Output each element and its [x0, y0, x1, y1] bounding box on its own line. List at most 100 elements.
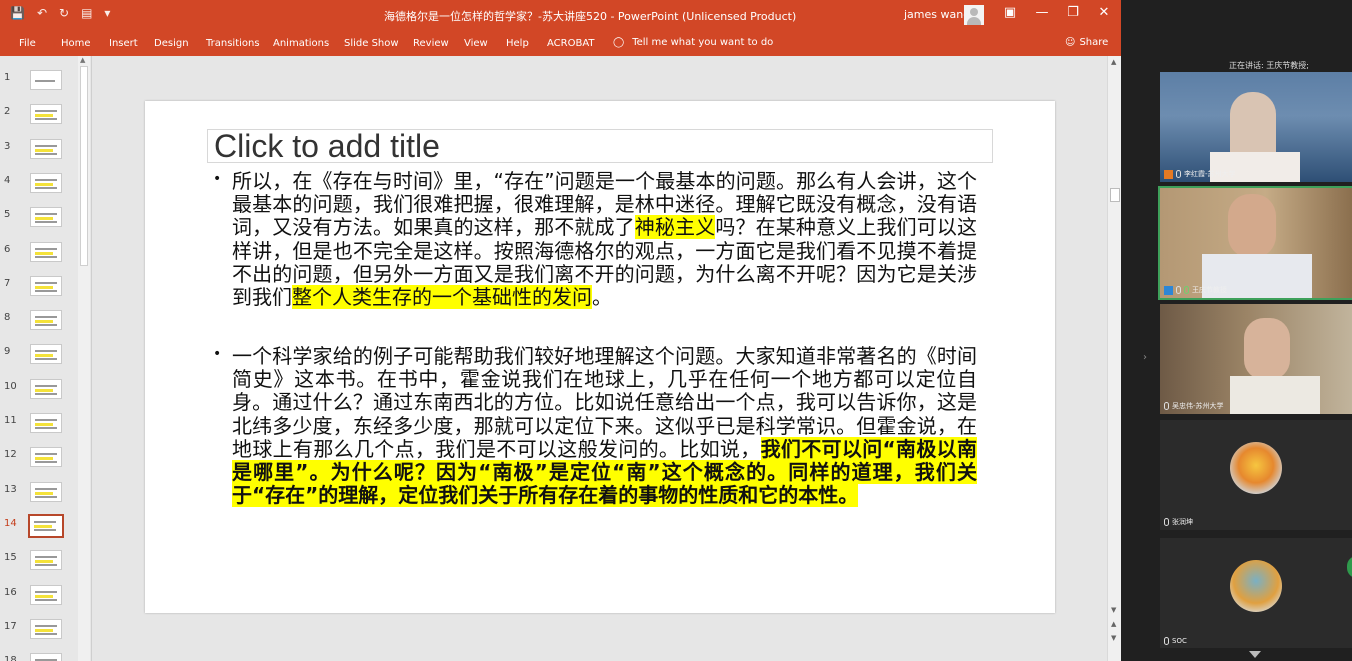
slide-scrollbar[interactable]: ▲ ▼ ▲ ▼ [1107, 56, 1121, 661]
participant-tile[interactable]: 李红霞-苏州大学 [1160, 72, 1352, 182]
participant-tile[interactable]: 张润坤 [1160, 420, 1352, 530]
slide-thumbnail-active[interactable] [28, 513, 64, 538]
thumbnails-scroll-thumb[interactable] [80, 66, 88, 266]
thumbnail-line [35, 624, 57, 627]
slide-thumbnail-row[interactable]: 2 [0, 104, 80, 128]
slide-thumbnail[interactable] [30, 70, 62, 90]
slide-thumbnail-row[interactable]: 5 [0, 207, 80, 231]
slide-thumbnail[interactable] [30, 550, 62, 571]
thumbnails-scrollbar[interactable]: ▲ [78, 56, 90, 661]
close-icon[interactable]: ✕ [1094, 5, 1114, 20]
slide-scroll-thumb[interactable] [1110, 188, 1120, 202]
slide-thumbnail-row[interactable]: 14 [0, 513, 80, 540]
tab-insert[interactable]: Insert [109, 38, 138, 49]
bullet-paragraph-1[interactable]: 所以，在《存在与时间》里，“存在”问题是一个最基本的问题。那么有人会讲，这个最基… [232, 169, 977, 310]
slide-thumbnail-row[interactable]: 7 [0, 275, 80, 300]
slide-number: 8 [4, 312, 11, 324]
slide-thumbnail-row[interactable]: 18 [0, 653, 80, 661]
minimize-icon[interactable]: — [1032, 5, 1052, 20]
present-icon[interactable]: ▤ [81, 6, 92, 20]
previous-slide-icon[interactable]: ▲ [1111, 620, 1116, 628]
tab-slide-show[interactable]: Slide Show [344, 38, 399, 49]
thumbnail-line [35, 324, 57, 327]
next-slide-icon[interactable]: ▼ [1111, 634, 1116, 642]
slide-thumbnail[interactable] [30, 481, 62, 502]
slide-thumbnail-row[interactable]: 12 [0, 447, 80, 471]
slide-thumbnail-row[interactable]: 6 [0, 241, 80, 266]
scroll-up-icon[interactable]: ▲ [1111, 58, 1116, 66]
slide-thumbnail-row[interactable]: 15 [0, 550, 80, 574]
slide-thumbnail[interactable] [30, 584, 62, 605]
slide-thumbnail-row[interactable]: 8 [0, 310, 80, 334]
current-slide[interactable]: Click to add title • 所以，在《存在与时间》里，“存在”问题… [145, 101, 1055, 613]
redo-icon[interactable]: ↻ [59, 6, 69, 20]
slide-thumbnail[interactable] [30, 310, 62, 331]
slide-thumbnail[interactable] [30, 378, 62, 399]
undo-icon[interactable]: ↶ [37, 6, 47, 20]
thumbnail-line [35, 457, 53, 461]
slide-thumbnail-row[interactable]: 4 [0, 172, 80, 197]
save-icon[interactable]: 💾 [10, 6, 25, 20]
participant-name-text: 王庆节教授 [1192, 286, 1227, 294]
title-placeholder[interactable]: Click to add title [207, 128, 993, 164]
scroll-up-icon[interactable]: ▲ [80, 56, 85, 64]
tell-me-search[interactable]: ◯ Tell me what you want to do [613, 37, 773, 48]
slide-thumbnail[interactable] [30, 207, 62, 228]
slide-thumbnail[interactable] [30, 104, 62, 125]
slide-thumbnail[interactable] [30, 344, 62, 365]
slide-thumbnail[interactable] [30, 275, 62, 296]
participant-tile[interactable]: 吴忠伟-苏州大学 [1160, 304, 1352, 414]
slide-thumbnail[interactable] [30, 172, 62, 193]
tab-help[interactable]: Help [506, 38, 529, 49]
thumbnail-line [35, 392, 57, 395]
slide-thumbnail-row[interactable]: 10 [0, 378, 80, 403]
person-icon: ☺ [1065, 37, 1076, 48]
tab-file[interactable]: File [19, 38, 36, 49]
participant-tile[interactable]: SOC [1160, 538, 1352, 648]
thumbnail-line [35, 487, 57, 490]
slide-thumbnail[interactable] [30, 413, 62, 433]
participant-avatar [1230, 442, 1282, 494]
thumbnail-line [35, 80, 55, 82]
tab-review[interactable]: Review [413, 38, 449, 49]
slide-thumbnail-row[interactable]: 17 [0, 618, 80, 643]
slide-thumbnail[interactable] [30, 447, 62, 468]
customize-icon[interactable]: ▾ [104, 6, 110, 20]
tab-view[interactable]: View [464, 38, 488, 49]
thumbnail-line [35, 316, 57, 319]
collapse-panel-icon[interactable]: › [1143, 352, 1147, 363]
restore-icon[interactable]: ❐ [1063, 5, 1083, 20]
participant-tile-active[interactable]: 王庆节教授 [1158, 186, 1352, 300]
tab-animations[interactable]: Animations [273, 38, 329, 49]
share-button[interactable]: ☺ Share [1065, 37, 1108, 48]
user-name[interactable]: james wang [904, 8, 970, 21]
slide-thumbnail[interactable] [30, 618, 62, 639]
slide-thumbnail-row[interactable]: 13 [0, 481, 80, 506]
thumbnail-line [35, 213, 57, 216]
slide-thumbnail-row[interactable]: 1 [0, 70, 80, 94]
thumbnail-line [35, 388, 53, 392]
tab-design[interactable]: Design [154, 38, 189, 49]
thumbnail-line [35, 285, 53, 289]
slide-thumbnail-row[interactable]: 11 [0, 413, 80, 437]
tab-home[interactable]: Home [61, 38, 91, 49]
slide-thumbnail[interactable] [30, 653, 62, 661]
tab-transitions[interactable]: Transitions [206, 38, 260, 49]
slide-thumbnail[interactable] [30, 241, 62, 262]
tab-acrobat[interactable]: ACROBAT [547, 38, 595, 49]
user-avatar-icon[interactable] [964, 5, 984, 25]
slide-number: 12 [4, 449, 17, 461]
slide-thumbnail-row[interactable]: 9 [0, 344, 80, 368]
title-bar: 💾 ↶ ↻ ▤ ▾ 海德格尔是一位怎样的哲学家？-苏大讲座520 - Power… [0, 0, 1121, 30]
slide-thumbnail-row[interactable]: 3 [0, 138, 80, 163]
scroll-down-icon[interactable] [1249, 651, 1261, 658]
mic-icon [1164, 402, 1169, 410]
bullet-paragraph-2[interactable]: 一个科学家给的例子可能帮助我们较好地理解这个问题。大家知道非常著名的《时间简史》… [232, 344, 977, 508]
thumbnail-line [35, 178, 57, 181]
scroll-down-icon[interactable]: ▼ [1111, 606, 1116, 614]
slide-thumbnail[interactable] [30, 138, 62, 159]
thumbnail-line [35, 354, 53, 358]
thumbnail-line [35, 427, 57, 429]
slide-thumbnail-row[interactable]: 16 [0, 584, 80, 609]
ribbon-display-icon[interactable]: ▣ [1000, 5, 1020, 20]
